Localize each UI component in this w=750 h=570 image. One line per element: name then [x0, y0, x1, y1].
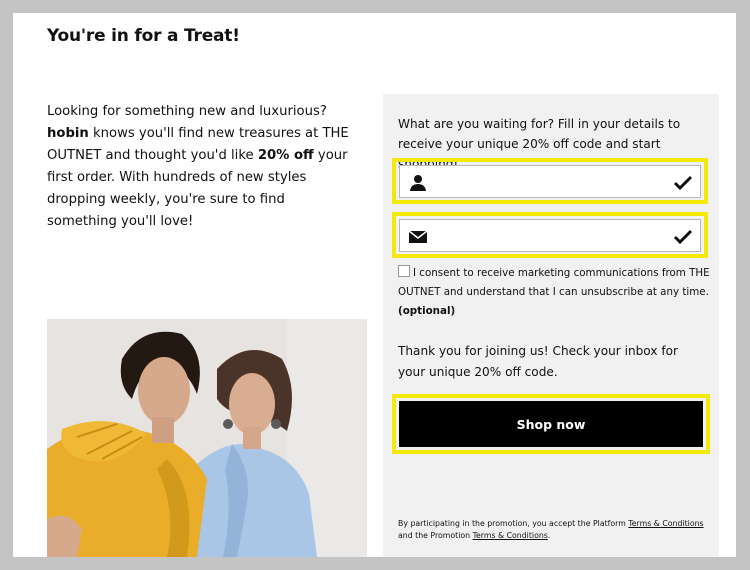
user-icon — [410, 175, 426, 191]
shop-now-button[interactable]: Shop now — [399, 401, 703, 447]
consent-block: I consent to receive marketing communica… — [398, 264, 710, 321]
page-title: You're in for a Treat! — [47, 26, 240, 46]
intro-customer-name: hobin — [47, 126, 89, 141]
intro-text: Looking for something new and luxurious?… — [47, 101, 352, 233]
legal-part-2: and the Promotion — [398, 531, 473, 540]
checkmark-icon — [673, 175, 693, 191]
models-illustration — [47, 319, 367, 557]
models-photo — [47, 319, 367, 557]
name-field[interactable] — [399, 165, 701, 198]
checkmark-icon — [673, 229, 693, 245]
platform-terms-link[interactable]: Terms & Conditions — [628, 519, 703, 528]
intro-discount: 20% off — [257, 148, 314, 163]
thanks-message: Thank you for joining us! Check your inb… — [398, 344, 678, 379]
legal-part-1: By participating in the promotion, you a… — [398, 519, 629, 528]
legal-text: By participating in the promotion, you a… — [398, 518, 718, 542]
signup-panel: What are you waiting for? Fill in your d… — [383, 94, 719, 557]
consent-checkbox[interactable] — [398, 265, 410, 277]
promotion-terms-link[interactable]: Terms & Conditions — [473, 531, 548, 540]
envelope-icon — [408, 230, 428, 243]
consent-label: I consent to receive marketing communica… — [398, 267, 710, 298]
legal-end: . — [547, 531, 551, 540]
promo-modal: You're in for a Treat! Looking for somet… — [13, 13, 736, 557]
intro-part-1: Looking for something new and luxurious? — [47, 104, 327, 119]
email-field[interactable] — [399, 219, 701, 252]
consent-optional-label: (optional) — [398, 305, 456, 317]
